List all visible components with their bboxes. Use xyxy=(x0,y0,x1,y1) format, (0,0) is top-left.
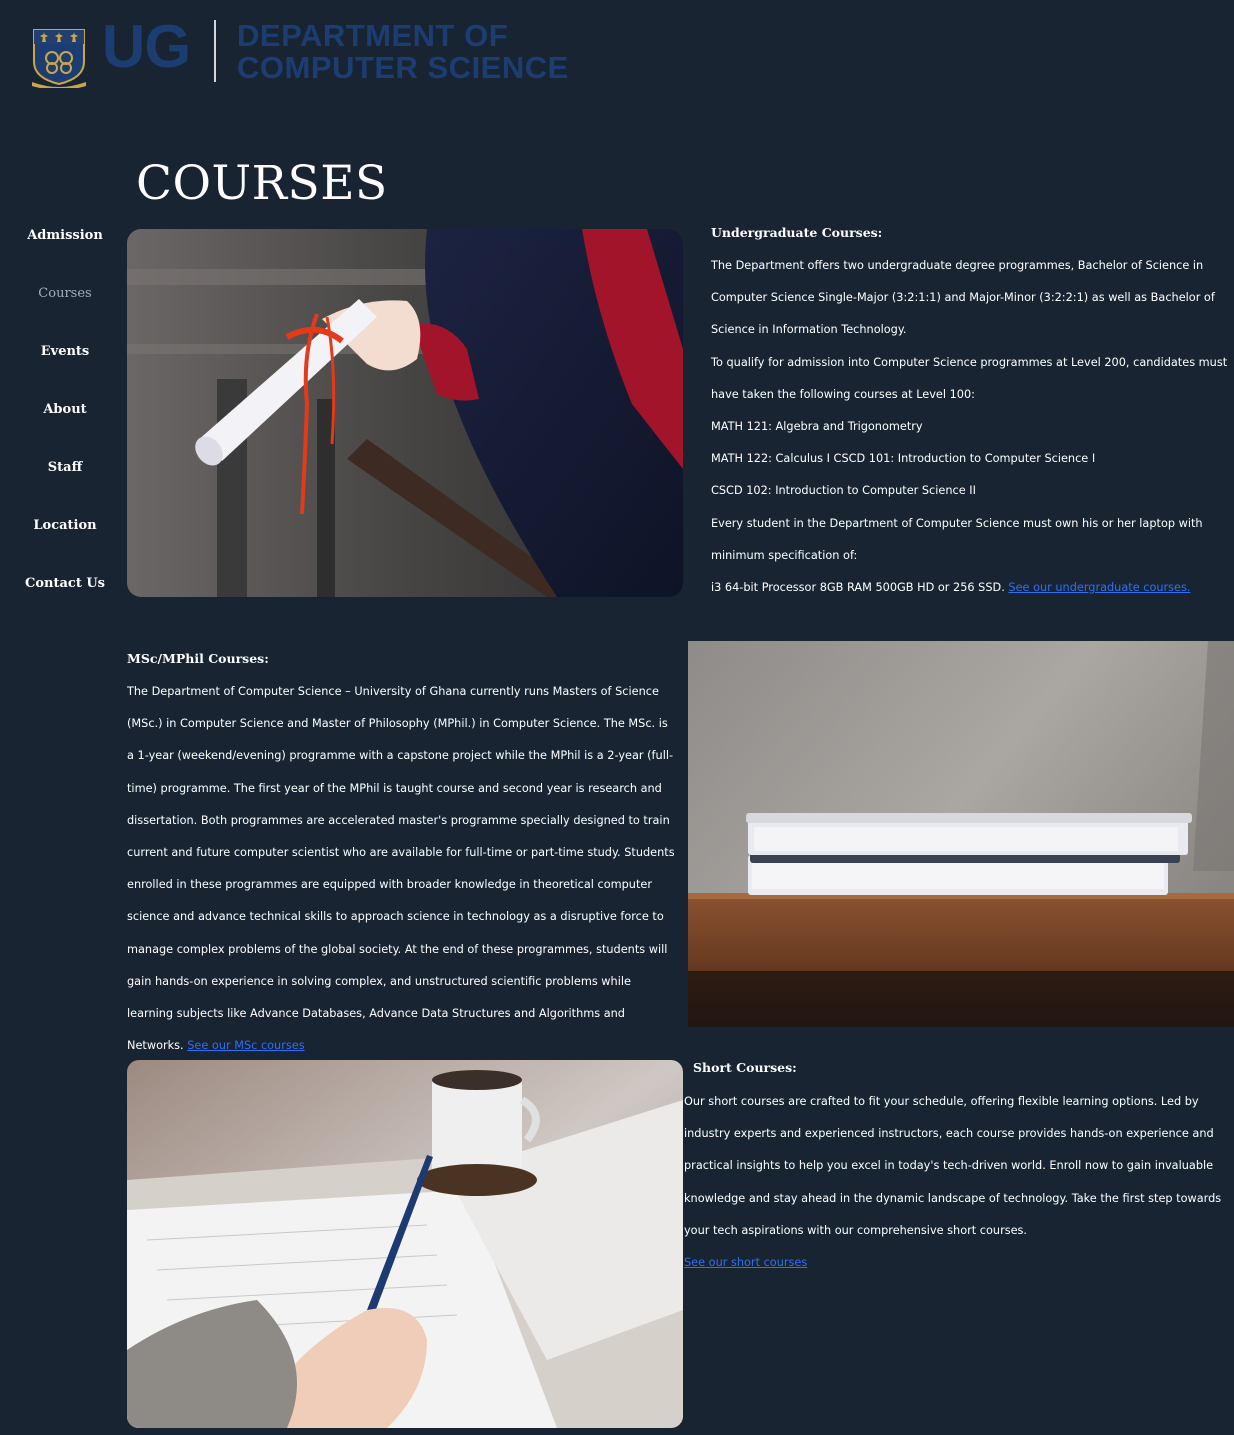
university-crest-icon xyxy=(32,29,86,88)
department-name-line2: COMPUTER SCIENCE xyxy=(237,50,569,85)
sidebar-item-admission[interactable]: Admission xyxy=(0,228,130,243)
graduation-diploma-photo xyxy=(127,229,683,597)
sidebar-item-contact-us[interactable]: Contact Us xyxy=(0,576,130,591)
sidebar-item-staff[interactable]: Staff xyxy=(0,460,130,475)
logo[interactable]: UG DEPARTMENT OF COMPUTER SCIENCE xyxy=(28,13,568,90)
laptop-requirement-text: Every student in the Department of Compu… xyxy=(711,516,1203,562)
short-courses-link[interactable]: See our short courses xyxy=(684,1256,807,1269)
undergraduate-courses-link[interactable]: See our undergraduate courses. xyxy=(1008,581,1190,594)
department-name-line1: DEPARTMENT OF xyxy=(237,18,509,53)
undergraduate-heading: Undergraduate Courses: xyxy=(711,225,883,240)
undergraduate-text: The Department offers two undergraduate … xyxy=(711,250,1234,604)
short-courses-link-line: See our short courses xyxy=(684,1247,1234,1279)
short-courses-heading: Short Courses: xyxy=(693,1060,797,1075)
course-math-121: MATH 121: Algebra and Trigonometry xyxy=(711,420,923,434)
laptop-spec: i3 64-bit Processor 8GB RAM 500GB HD or … xyxy=(711,581,1005,595)
page: UG DEPARTMENT OF COMPUTER SCIENCE COURSE… xyxy=(0,0,1234,1435)
undergraduate-admission-text: To qualify for admission into Computer S… xyxy=(711,355,1228,401)
msc-text: The Department of Computer Science – Uni… xyxy=(127,676,677,1062)
short-courses-body: Our short courses are crafted to fit you… xyxy=(684,1095,1222,1237)
page-title: COURSES xyxy=(136,156,388,211)
undergraduate-programmes-text: The Department offers two undergraduate … xyxy=(711,259,1215,337)
msc-courses-link[interactable]: See our MSc courses xyxy=(187,1039,304,1052)
writing-at-desk-photo xyxy=(127,1060,683,1428)
logo-letters: UG xyxy=(102,13,191,80)
msc-heading: MSc/MPhil Courses: xyxy=(127,651,269,666)
laptop-spec-text: i3 64-bit Processor 8GB RAM 500GB HD or … xyxy=(711,572,1234,604)
sidebar-item-location[interactable]: Location xyxy=(0,518,130,533)
short-courses-text: Our short courses are crafted to fit you… xyxy=(684,1086,1234,1279)
course-math-122-cscd-101: MATH 122: Calculus I CSCD 101: Introduct… xyxy=(711,452,1096,466)
logo-divider xyxy=(214,20,216,82)
books-on-table-photo xyxy=(688,641,1234,1027)
sidebar-item-about[interactable]: About xyxy=(0,402,130,417)
sidebar-item-courses[interactable]: Courses xyxy=(0,286,130,301)
msc-body: The Department of Computer Science – Uni… xyxy=(127,685,675,1053)
msc-paragraph: The Department of Computer Science – Uni… xyxy=(127,676,677,1062)
course-cscd-102: CSCD 102: Introduction to Computer Scien… xyxy=(711,484,976,498)
sidebar-item-events[interactable]: Events xyxy=(0,344,130,359)
department-name: DEPARTMENT OF COMPUTER SCIENCE xyxy=(237,20,569,84)
